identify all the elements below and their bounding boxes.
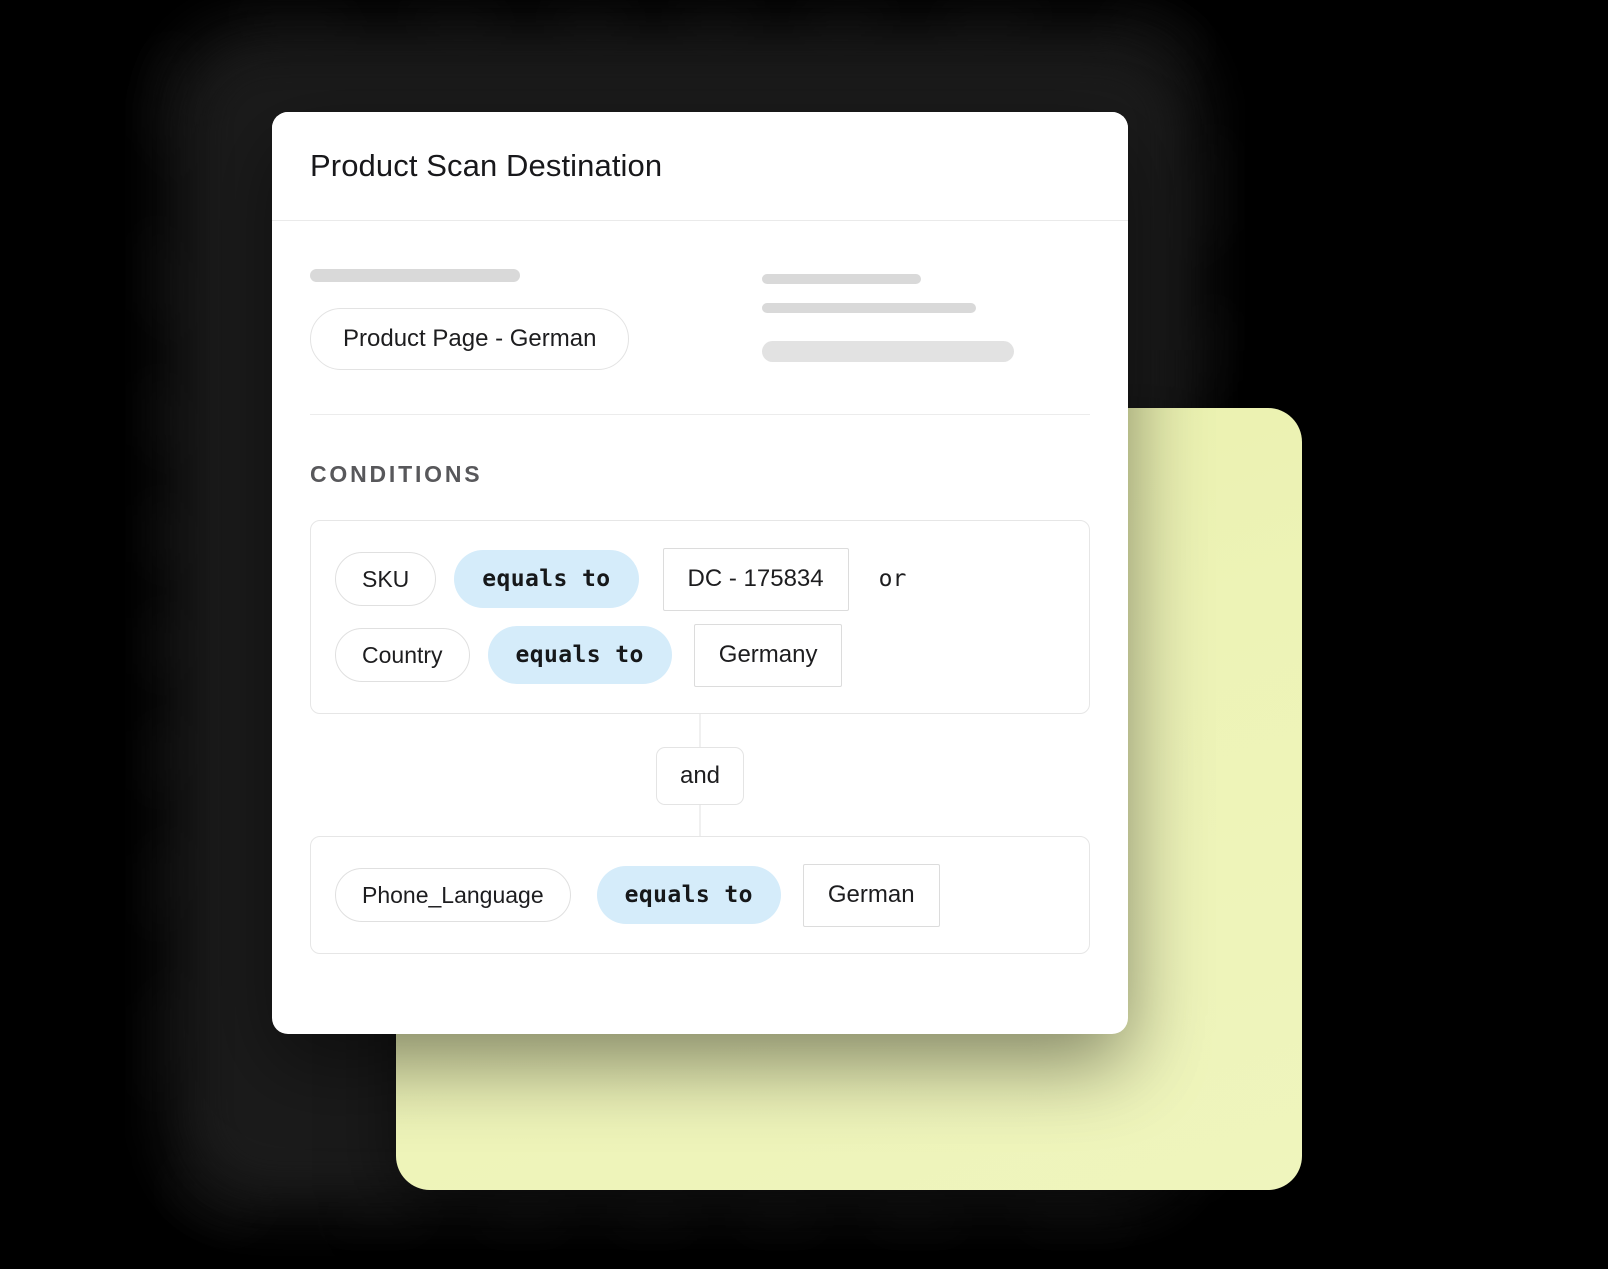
condition-field-sku[interactable]: SKU <box>335 552 437 606</box>
connector-line-bottom <box>699 804 701 836</box>
connector-and-chip[interactable]: and <box>656 747 744 805</box>
condition-value-phone-language[interactable]: German <box>802 863 940 927</box>
conditions-section: CONDITIONS SKU equals to DC - 175834 or … <box>272 461 1128 954</box>
condition-group-1: SKU equals to DC - 175834 or Country equ… <box>310 520 1090 714</box>
destination-meta-section: Product Page - German <box>272 221 1128 370</box>
condition-field-country[interactable]: Country <box>335 628 470 682</box>
condition-connector: and <box>348 714 1052 836</box>
skeleton-line-1 <box>762 274 921 284</box>
condition-value-country[interactable]: Germany <box>693 623 843 687</box>
card-header: Product Scan Destination <box>272 112 1128 221</box>
skeleton-line-3 <box>762 341 1014 362</box>
condition-row: Phone_Language equals to German <box>335 857 1065 933</box>
condition-row: SKU equals to DC - 175834 or <box>335 541 1065 617</box>
section-divider <box>310 414 1090 415</box>
destination-value-pill[interactable]: Product Page - German <box>310 308 630 370</box>
product-scan-destination-card: Product Scan Destination Product Page - … <box>272 112 1128 1034</box>
condition-field-phone-language[interactable]: Phone_Language <box>335 868 571 922</box>
connector-line-top <box>699 714 701 747</box>
skeleton-line-2 <box>762 303 976 313</box>
condition-value-sku[interactable]: DC - 175834 <box>662 547 849 611</box>
conditions-heading: CONDITIONS <box>310 461 483 487</box>
screenshot-stage: Product Scan Destination Product Page - … <box>0 0 1608 1269</box>
condition-row: Country equals to Germany <box>335 617 1065 693</box>
condition-operator[interactable]: equals to <box>596 866 781 924</box>
skeleton-field-label <box>310 269 520 282</box>
condition-group-2: Phone_Language equals to German <box>310 836 1090 954</box>
condition-joiner-or[interactable]: or <box>879 566 907 592</box>
page-title: Product Scan Destination <box>310 147 663 183</box>
condition-operator[interactable]: equals to <box>454 550 639 608</box>
destination-left-column: Product Page - German <box>310 269 762 370</box>
condition-operator[interactable]: equals to <box>487 626 672 684</box>
destination-right-column <box>762 269 1090 370</box>
